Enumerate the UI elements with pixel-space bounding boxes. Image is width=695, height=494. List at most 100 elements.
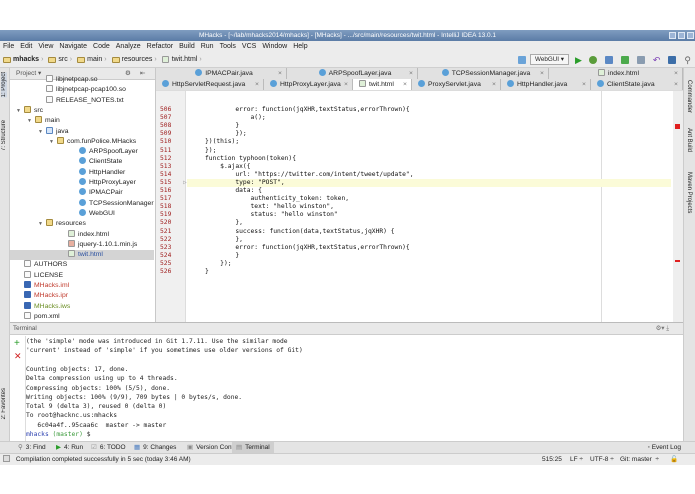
code-line[interactable]: }, — [205, 236, 665, 244]
menu-refactor[interactable]: Refactor — [147, 43, 173, 50]
project-structure-icon[interactable] — [668, 55, 677, 64]
minimize-button[interactable] — [669, 32, 676, 39]
caret-position[interactable]: 515:25 — [542, 454, 562, 466]
expand-arrow-icon[interactable]: ▼ — [16, 106, 24, 116]
new-session-icon[interactable]: + — [14, 338, 20, 349]
code-line[interactable]: type: "POST", — [205, 179, 665, 187]
menu-edit[interactable]: Edit — [20, 43, 32, 50]
tree-item[interactable]: ClientState — [10, 157, 154, 167]
tree-item[interactable]: MHacks.iws — [10, 301, 154, 312]
close-button[interactable] — [687, 32, 694, 39]
editor-tab[interactable]: HttpServletRequest.java × — [156, 79, 264, 90]
vcs-branch[interactable]: Git: master ÷ — [620, 454, 659, 466]
code-line[interactable]: $.ajax({ — [205, 163, 665, 171]
tree-item[interactable]: libjnetpcap.so — [10, 75, 154, 85]
code-line[interactable]: authenticity_token: token, — [205, 195, 665, 203]
commander-tool-button[interactable]: Commander — [686, 80, 692, 113]
editor-scrollbar[interactable] — [673, 91, 683, 322]
code-line[interactable]: status: "hello winston" — [205, 211, 665, 219]
close-session-icon[interactable]: ✕ — [14, 351, 22, 362]
code-line[interactable]: } — [205, 252, 665, 260]
code-line[interactable]: a(); — [205, 114, 665, 122]
tree-item[interactable]: pom.xml — [10, 311, 154, 322]
terminal-panel[interactable]: Terminal ⚙▾ ⤓ + ✕ (the 'simple' mode was… — [10, 322, 683, 442]
tree-item[interactable]: RELEASE_NOTES.txt — [10, 95, 154, 106]
lock-icon[interactable]: 🔓 — [670, 454, 678, 466]
vcs-commit-icon[interactable] — [620, 55, 629, 64]
terminal-prompt[interactable]: mhacks (master) $ — [26, 430, 90, 439]
menu-window[interactable]: Window — [262, 43, 287, 50]
maven-projects-tool-button[interactable]: Maven Projects — [686, 172, 692, 213]
tree-item[interactable]: jquery-1.10.1.min.js — [10, 239, 154, 250]
editor-tab[interactable]: ClientState.java × — [591, 79, 683, 90]
close-tab-icon[interactable]: × — [344, 79, 348, 90]
menu-run[interactable]: Run — [201, 43, 214, 50]
expand-arrow-icon[interactable]: ▼ — [27, 116, 35, 126]
tree-item[interactable]: TCPSessionManager — [10, 198, 154, 209]
code-line[interactable]: text: "hello winston", — [205, 203, 665, 211]
code-line[interactable]: url: "https://twitter.com/intent/tweet/u… — [205, 171, 665, 179]
editor-tab[interactable]: IPMACPair.java × — [156, 68, 287, 79]
fold-marker-icon[interactable]: ▷ — [183, 179, 187, 186]
menu-help[interactable]: Help — [293, 43, 307, 50]
menu-file[interactable]: File — [3, 43, 14, 50]
menu-view[interactable]: View — [38, 43, 53, 50]
error-marker[interactable] — [675, 124, 680, 129]
encoding[interactable]: UTF-8 ÷ — [590, 454, 614, 466]
breadcrumb-item[interactable]: mhacks › — [3, 52, 45, 68]
run-icon[interactable]: ▶ — [575, 52, 582, 68]
close-tab-icon[interactable]: × — [492, 79, 496, 90]
editor-tab[interactable]: ProxyServlet.java × — [412, 79, 501, 90]
menu-navigate[interactable]: Navigate — [59, 43, 87, 50]
editor-tab[interactable]: ARPSpoofLayer.java × — [287, 68, 418, 79]
expand-arrow-icon[interactable]: ▼ — [38, 219, 46, 229]
tree-item[interactable]: IPMACPair — [10, 188, 154, 198]
code-line[interactable]: }); — [205, 147, 665, 155]
breadcrumb-item[interactable]: main › — [77, 52, 109, 68]
code-line[interactable]: } — [205, 122, 665, 130]
editor-tab[interactable]: HttpProxyLayer.java × — [264, 79, 353, 90]
code-line[interactable]: data: { — [205, 187, 665, 195]
close-tab-icon[interactable]: × — [582, 79, 586, 90]
editor-tab[interactable]: twit.html × — [353, 79, 412, 90]
code-line[interactable]: })(this); — [205, 138, 665, 146]
tool-windows-icon[interactable] — [3, 455, 10, 462]
favorites-tool-button[interactable]: 2: Favorites — [1, 388, 7, 419]
project-tool-button[interactable]: 1: Project — [1, 72, 7, 98]
settings-icon[interactable]: ⚙▾ ⤓ — [656, 323, 669, 335]
code-line[interactable]: error: function(jqXHR,textStatus,errorTh… — [205, 106, 665, 114]
tree-item[interactable]: ▼ com.funPolice.MHacks — [10, 136, 154, 147]
menu-analyze[interactable]: Analyze — [116, 43, 141, 50]
editor-tab[interactable]: index.html × — [549, 68, 683, 79]
close-tab-icon[interactable]: × — [278, 68, 282, 79]
search-icon[interactable]: ⚲ — [684, 52, 691, 68]
tree-item[interactable]: ▼ resources — [10, 219, 154, 229]
menu-tools[interactable]: Tools — [220, 43, 236, 50]
structure-tool-button[interactable]: 7: Structure — [1, 120, 7, 151]
tree-item[interactable]: ▼ java — [10, 126, 154, 137]
close-tab-icon[interactable]: × — [674, 68, 678, 79]
editor-tab[interactable]: TCPSessionManager.java × — [418, 68, 549, 79]
tree-item[interactable]: AUTHORS — [10, 260, 154, 270]
code-line[interactable]: } — [205, 268, 665, 276]
vcs-compare-icon[interactable] — [636, 55, 645, 64]
ant-build-tool-button[interactable]: Ant Build — [686, 128, 692, 152]
tree-item[interactable]: MHacks.iml — [10, 281, 154, 291]
close-tab-icon[interactable]: × — [540, 68, 544, 79]
expand-arrow-icon[interactable]: ▼ — [38, 127, 46, 137]
menu-vcs[interactable]: VCS — [242, 43, 256, 50]
tree-item[interactable]: LICENSE — [10, 270, 154, 281]
tree-item[interactable]: ▼ main — [10, 116, 154, 126]
tree-item[interactable]: MHacks.ipr — [10, 291, 154, 301]
code-editor[interactable]: 506 507 508 509 510 511 512 513 514 515 516 517 518 5… — [156, 91, 683, 322]
code-line[interactable]: }); — [205, 260, 665, 268]
line-separator[interactable]: LF ÷ — [570, 454, 583, 466]
tree-item[interactable]: HttpProxyLayer — [10, 178, 154, 188]
breadcrumb-item[interactable]: resources › — [111, 52, 159, 68]
breadcrumb-item[interactable]: twit.html › — [161, 52, 204, 68]
tree-item[interactable]: libjnetpcap-pcap100.so — [10, 85, 154, 95]
expand-arrow-icon[interactable]: ▼ — [49, 137, 57, 147]
run-config-dropdown[interactable]: WebGUI ▾ — [529, 54, 569, 65]
vcs-update-icon[interactable] — [604, 55, 613, 64]
sort-icon[interactable] — [517, 55, 526, 64]
